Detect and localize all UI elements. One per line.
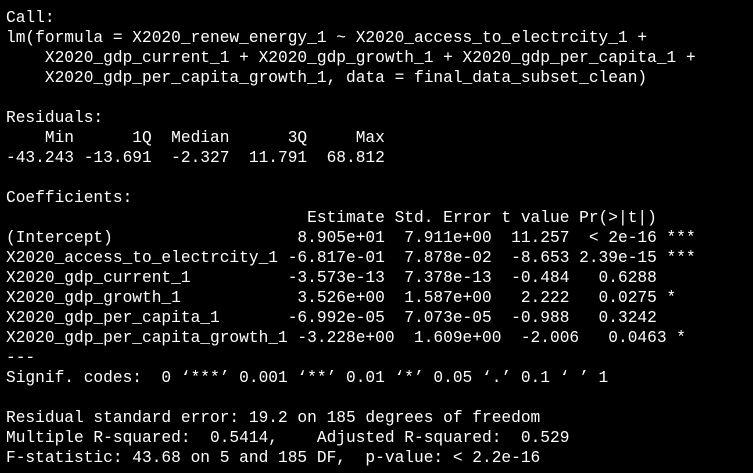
f-statistic-line: F-statistic: 43.68 on 5 and 185 DF, p-va… [6, 449, 541, 467]
coefficients-header: Coefficients: [6, 189, 133, 207]
residuals-header: Residuals: [6, 109, 104, 127]
coefficients-column-headers: Estimate Std. Error t value Pr(>|t|) [6, 209, 696, 227]
r-squared-line: Multiple R-squared: 0.5414, Adjusted R-s… [6, 429, 580, 447]
coefficient-row-intercept: (Intercept) 8.905e+01 7.911e+00 11.257 <… [6, 229, 696, 247]
residuals-values: -43.243 -13.691 -2.327 11.791 68.812 [6, 149, 395, 167]
coefficient-row-gdp-per-capita-growth: X2020_gdp_per_capita_growth_1 -3.228e+00… [6, 329, 706, 347]
residuals-column-headers: Min 1Q Median 3Q Max [6, 129, 395, 147]
call-formula-line-2: X2020_gdp_current_1 + X2020_gdp_growth_1… [6, 49, 696, 67]
call-formula-line-1: lm(formula = X2020_renew_energy_1 ~ X202… [6, 29, 648, 47]
residual-standard-error: Residual standard error: 19.2 on 185 deg… [6, 409, 541, 427]
signif-codes-legend: Signif. codes: 0 ‘***’ 0.001 ‘**’ 0.01 ‘… [6, 369, 609, 387]
call-formula-line-3: X2020_gdp_per_capita_growth_1, data = fi… [6, 69, 648, 87]
separator-line: --- [6, 349, 36, 367]
call-header: Call: [6, 9, 55, 27]
coefficient-row-gdp-per-capita: X2020_gdp_per_capita_1 -6.992e-05 7.073e… [6, 309, 696, 327]
r-console-output: Call: lm(formula = X2020_renew_energy_1 … [0, 0, 753, 473]
coefficient-row-access-to-electricity: X2020_access_to_electrcity_1 -6.817e-01 … [6, 249, 696, 267]
coefficient-row-gdp-growth: X2020_gdp_growth_1 3.526e+00 1.587e+00 2… [6, 289, 696, 307]
coefficient-row-gdp-current: X2020_gdp_current_1 -3.573e-13 7.378e-13… [6, 269, 696, 287]
